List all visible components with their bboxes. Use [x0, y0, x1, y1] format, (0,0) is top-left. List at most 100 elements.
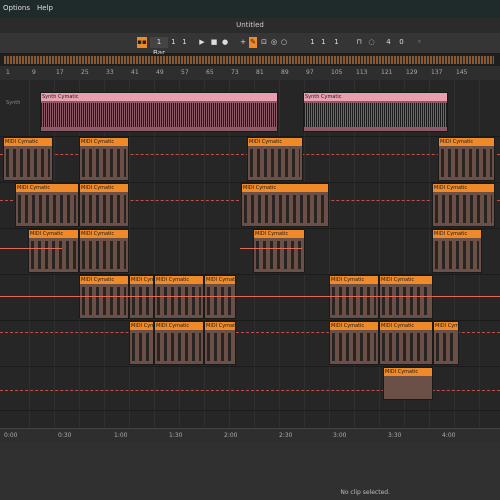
- clip-name: MIDI Cymatic: [380, 322, 432, 330]
- title-bar: Untitled: [0, 18, 500, 33]
- midi-clip[interactable]: MIDI Cymatic: [3, 137, 53, 181]
- follow-icon[interactable]: ◎: [270, 37, 278, 48]
- midi-clip[interactable]: MIDI Cymatic: [204, 321, 236, 365]
- midi-notes: [31, 241, 76, 269]
- midi-notes: [82, 149, 126, 177]
- midi-clip[interactable]: MIDI Cymatic: [379, 321, 433, 365]
- metronome-icon[interactable]: ▪▪: [137, 37, 147, 48]
- midi-clip[interactable]: MIDI Cymatic: [79, 183, 129, 227]
- ruler-mark: 113: [356, 69, 368, 76]
- draw-mode-icon[interactable]: ✎: [249, 37, 257, 48]
- clip-name: MIDI Cymatic: [130, 276, 153, 284]
- record-icon[interactable]: ●: [221, 37, 229, 48]
- clip-name: MIDI Cymatic: [16, 184, 78, 192]
- clip-name: MIDI Cymatic: [380, 276, 432, 284]
- midi-notes: [157, 333, 201, 361]
- loop-start[interactable]: 1: [309, 37, 316, 48]
- midi-clip[interactable]: MIDI Cymatic: [432, 229, 482, 273]
- clip-name: MIDI Cymatic: [433, 184, 494, 192]
- midi-clip[interactable]: MIDI Cymatic: [79, 275, 129, 319]
- audio-clip[interactable]: Synth Cymatic: [303, 92, 448, 132]
- midi-clip[interactable]: MIDI Cymatic: [383, 367, 433, 400]
- arrangement-view[interactable]: Synth Synth Cymatic Synth Cymatic MIDI C…: [0, 80, 500, 428]
- menu-help[interactable]: Help: [37, 4, 53, 12]
- time-mark: 2:30: [279, 432, 293, 439]
- play-icon[interactable]: ▶: [198, 37, 206, 48]
- ruler-mark: 73: [231, 69, 239, 76]
- time-mark: 3:30: [388, 432, 402, 439]
- midi-notes: [441, 149, 492, 177]
- ruler-mark: 89: [281, 69, 289, 76]
- time-signature-num[interactable]: 4: [385, 37, 392, 48]
- midi-clip[interactable]: MIDI Cymatic: [329, 321, 379, 365]
- clip-name: MIDI Cymatic: [130, 322, 153, 330]
- key-icon[interactable]: ◌: [368, 37, 375, 48]
- ruler-mark: 65: [206, 69, 214, 76]
- ruler-mark: 33: [106, 69, 114, 76]
- ruler-mark: 41: [131, 69, 139, 76]
- midi-notes: [132, 333, 151, 361]
- midi-clip[interactable]: MIDI Cymatic: [379, 275, 433, 319]
- midi-icon[interactable]: ◦: [416, 37, 423, 48]
- midi-clip[interactable]: MIDI Cymatic: [438, 137, 495, 181]
- clip-name: MIDI Cymatic: [439, 138, 494, 146]
- clip-name: MIDI Cymatic: [242, 184, 328, 192]
- automation-line[interactable]: [0, 248, 62, 249]
- midi-clip[interactable]: MIDI Cymatic: [247, 137, 303, 181]
- clip-name: MIDI Cymatic: [254, 230, 304, 238]
- automation-line[interactable]: [240, 248, 302, 249]
- loop-end[interactable]: 1: [333, 37, 340, 48]
- clip-name: MIDI Cymatic: [155, 322, 203, 330]
- time-ruler[interactable]: 0:00 0:30 1:00 1:30 2:00 2:30 3:00 3:30 …: [0, 428, 500, 443]
- midi-clip[interactable]: MIDI Cymatic: [28, 229, 79, 273]
- ruler-mark: 145: [456, 69, 468, 76]
- stop-icon[interactable]: ■: [210, 37, 218, 48]
- midi-clip[interactable]: MIDI Cymatic: [154, 275, 204, 319]
- midi-clip[interactable]: MIDI Cymatic: [129, 275, 154, 319]
- quantize-select[interactable]: 1 Bar: [150, 37, 168, 57]
- ruler-mark: 57: [181, 69, 189, 76]
- midi-notes: [207, 287, 233, 315]
- time-mark: 0:30: [58, 432, 72, 439]
- overview-content: [4, 56, 494, 64]
- clip-name: MIDI Cymatic: [29, 230, 78, 238]
- loop-icon[interactable]: ⊡: [260, 37, 268, 48]
- add-icon[interactable]: +: [239, 37, 247, 48]
- midi-clip[interactable]: MIDI Cymatic: [129, 321, 154, 365]
- ruler-mark: 97: [306, 69, 314, 76]
- midi-clip[interactable]: MIDI Cymatic: [432, 183, 495, 227]
- midi-clip[interactable]: MIDI Cymatic: [204, 275, 236, 319]
- ruler-mark: 17: [56, 69, 64, 76]
- clip-name: MIDI Cymatic: [4, 138, 52, 146]
- midi-clip[interactable]: MIDI Cymatic: [241, 183, 329, 227]
- clip-name: MIDI Cymatic: [330, 322, 378, 330]
- midi-clip[interactable]: MIDI Cymatic: [79, 229, 129, 273]
- midi-clip[interactable]: MIDI Cymatic: [253, 229, 305, 273]
- midi-clip[interactable]: MIDI Cymatic: [79, 137, 129, 181]
- menu-options[interactable]: Options: [3, 4, 30, 12]
- midi-notes: [207, 333, 233, 361]
- loop-length[interactable]: 1: [320, 37, 327, 48]
- punch-icon[interactable]: ○: [280, 37, 288, 48]
- midi-clip[interactable]: MIDI Cymatic: [15, 183, 79, 227]
- audio-clip[interactable]: Synth Cymatic: [40, 92, 278, 132]
- midi-notes: [244, 195, 326, 223]
- position-bar[interactable]: 1: [170, 37, 177, 48]
- beat-ruler[interactable]: 1 9 17 25 33 41 49 57 65 73 81 89 97 105…: [0, 66, 500, 81]
- waveform: [41, 103, 277, 127]
- midi-clip[interactable]: MIDI Cymatic: [433, 321, 459, 365]
- time-mark: 4:00: [442, 432, 456, 439]
- automation-line[interactable]: [0, 296, 500, 297]
- waveform: [304, 103, 447, 127]
- midi-clip[interactable]: MIDI Cymatic: [329, 275, 379, 319]
- clip-name: MIDI Cymatic: [384, 368, 432, 376]
- midi-notes: [332, 333, 376, 361]
- arrangement-overview[interactable]: [0, 54, 500, 66]
- time-signature-den[interactable]: 0: [398, 37, 405, 48]
- midi-notes: [82, 241, 126, 269]
- midi-notes: [256, 241, 302, 269]
- midi-clip[interactable]: MIDI Cymatic: [154, 321, 204, 365]
- midi-notes: [332, 287, 376, 315]
- position-beat[interactable]: 1: [181, 37, 188, 48]
- time-mark: 1:30: [169, 432, 183, 439]
